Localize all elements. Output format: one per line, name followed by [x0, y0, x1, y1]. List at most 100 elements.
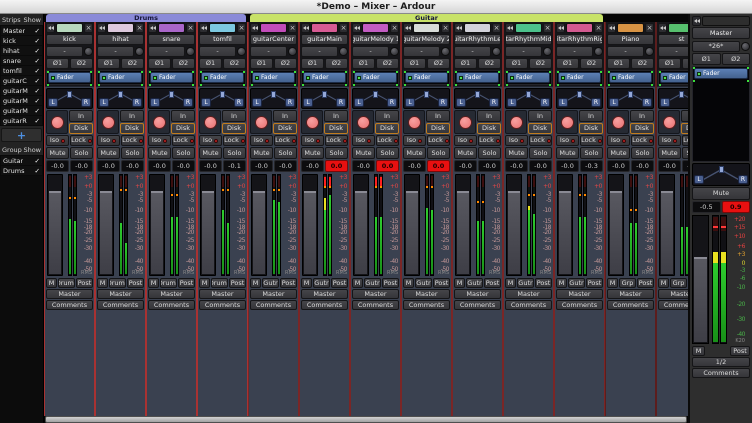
fader-slider[interactable] [557, 174, 573, 276]
fader-processor-entry[interactable]: Fader [150, 72, 193, 83]
metering-button[interactable]: M [403, 278, 414, 288]
record-arm-button[interactable] [204, 116, 217, 129]
master-mute-button[interactable]: Mute [692, 187, 750, 200]
phase-1-button[interactable]: Ø1 [607, 58, 630, 69]
phase-2-button[interactable]: Ø2 [325, 58, 348, 69]
phase-2-button[interactable]: Ø2 [172, 58, 195, 69]
sidebar-strip-item[interactable]: snare✓ [1, 56, 42, 65]
trim-knob[interactable] [441, 47, 450, 56]
strip-name-button[interactable]: guitarMelody 1 [352, 34, 399, 45]
meter-point-button[interactable]: Post [178, 278, 195, 288]
input-button[interactable]: - [607, 46, 644, 57]
lock-button[interactable]: Lock [427, 135, 450, 146]
narrow-strip-icon[interactable] [97, 23, 106, 33]
group-button[interactable]: Grp [619, 278, 636, 288]
output-button[interactable]: Master [97, 289, 144, 299]
strip-name-button[interactable]: st [658, 34, 688, 45]
processor-box[interactable]: Fader [301, 70, 348, 85]
mute-button[interactable]: Mute [148, 147, 171, 159]
pan-widget[interactable]: LR [352, 88, 399, 109]
fader-processor-entry[interactable]: Fader [456, 72, 499, 83]
phase-2-button[interactable]: Ø2 [580, 58, 603, 69]
sidebar-strip-item[interactable]: hihat✓ [1, 46, 42, 55]
mute-button[interactable]: Mute [97, 147, 120, 159]
meter-point-button[interactable]: Post [730, 346, 750, 356]
meter-point-button[interactable]: Post [637, 278, 654, 288]
output-button[interactable]: Master [505, 289, 552, 299]
fader-slider[interactable] [455, 174, 471, 276]
solo-isolate-button[interactable]: Iso [148, 135, 171, 146]
processor-box[interactable]: Fader [46, 70, 93, 85]
metering-button[interactable]: M [505, 278, 516, 288]
narrow-strip-icon[interactable] [199, 23, 208, 33]
fader-processor-entry[interactable]: Fader [303, 72, 346, 83]
fader-processor-entry[interactable]: Fader [405, 72, 448, 83]
metering-button[interactable]: M [250, 278, 261, 288]
group-button[interactable]: Gutr [415, 278, 432, 288]
group-button[interactable]: Drums [109, 278, 126, 288]
comments-button[interactable]: Comments [46, 300, 93, 310]
processor-box[interactable]: Fader [352, 70, 399, 85]
record-arm-button[interactable] [510, 116, 523, 129]
strip-visible-check[interactable]: ✓ [35, 117, 40, 125]
monitor-disk-button[interactable]: Disk [375, 123, 399, 135]
monitor-input-button[interactable]: In [171, 110, 195, 122]
monitor-disk-button[interactable]: Disk [171, 123, 195, 135]
narrow-strip-icon[interactable] [250, 23, 259, 33]
pan-right-button[interactable]: R [489, 98, 499, 107]
strip-name-button[interactable]: guitarCenter [250, 34, 297, 45]
pan-widget[interactable]: LR [692, 163, 750, 186]
trim-knob[interactable] [237, 47, 246, 56]
output-button[interactable]: Master [607, 289, 654, 299]
pan-handle[interactable] [169, 91, 174, 98]
pan-right-button[interactable]: R [591, 98, 601, 107]
output-button[interactable]: Master [301, 289, 348, 299]
pan-widget[interactable]: LR [148, 88, 195, 109]
pan-handle[interactable] [271, 91, 276, 98]
solo-button[interactable]: Solo [580, 147, 603, 159]
input-button[interactable]: - [148, 46, 185, 57]
pan-left-button[interactable]: L [456, 98, 466, 107]
trim-knob[interactable] [390, 47, 399, 56]
sidebar-strip-item[interactable]: guitarM✓ [1, 106, 42, 115]
pan-left-button[interactable]: L [660, 98, 670, 107]
strip-color-button[interactable] [566, 23, 593, 33]
pan-right-button[interactable]: R [183, 98, 193, 107]
master-input-button[interactable]: *26* [692, 41, 740, 52]
phase-1-button[interactable]: Ø1 [403, 58, 426, 69]
phase-1-button[interactable]: Ø1 [454, 58, 477, 69]
monitor-disk-button[interactable]: Disk [273, 123, 297, 135]
solo-isolate-button[interactable]: Iso [556, 135, 579, 146]
strip-color-button[interactable] [107, 23, 134, 33]
narrow-strip-icon[interactable] [556, 23, 565, 33]
group-button[interactable]: Drums [211, 278, 228, 288]
trim-knob[interactable] [645, 47, 654, 56]
phase-1-button[interactable]: Ø1 [301, 58, 324, 69]
strip-visible-check[interactable]: ✓ [35, 67, 40, 75]
strip-color-button[interactable] [260, 23, 287, 33]
close-icon[interactable]: × [645, 23, 654, 33]
close-icon[interactable]: × [441, 23, 450, 33]
solo-isolate-button[interactable]: Iso [199, 135, 222, 146]
metering-button[interactable]: M [46, 278, 57, 288]
narrow-strip-icon[interactable] [403, 23, 412, 33]
pan-handle[interactable] [322, 91, 327, 98]
strip-color-button[interactable] [668, 23, 688, 33]
comments-button[interactable]: Comments [658, 300, 688, 310]
solo-button[interactable]: Solo [376, 147, 399, 159]
comments-button[interactable]: Comments [250, 300, 297, 310]
fader-slider[interactable] [506, 174, 522, 276]
input-button[interactable]: - [46, 46, 83, 57]
close-icon[interactable]: × [186, 23, 195, 33]
strip-name-button[interactable]: snare [148, 34, 195, 45]
output-button[interactable]: Master [658, 289, 688, 299]
comments-button[interactable]: Comments [607, 300, 654, 310]
pan-right-button[interactable]: R [336, 98, 346, 107]
fader-slider[interactable] [659, 174, 675, 276]
pan-left-button[interactable]: L [99, 98, 109, 107]
mute-button[interactable]: Mute [505, 147, 528, 159]
narrow-strip-icon[interactable] [692, 16, 701, 26]
mute-button[interactable]: Mute [403, 147, 426, 159]
lock-button[interactable]: Lock [631, 135, 654, 146]
fader-processor-entry[interactable]: Fader [558, 72, 601, 83]
